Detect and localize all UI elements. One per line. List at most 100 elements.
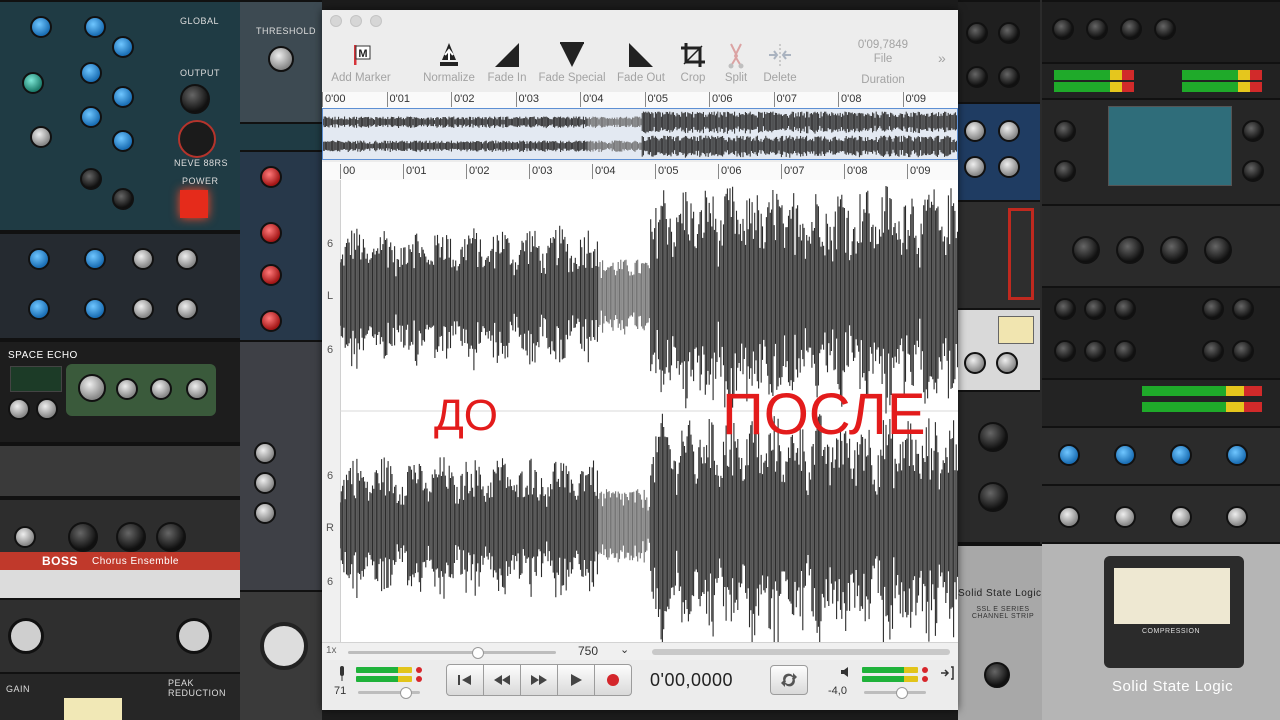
zoom-slider-thumb[interactable] (472, 647, 484, 659)
ruler-tick: 0'08 (844, 164, 867, 179)
rack-knob (998, 22, 1020, 44)
expand-panel-icon[interactable] (940, 666, 954, 680)
duration-display[interactable]: 0'09,7849 File Duration (838, 32, 928, 92)
rack-knob (1084, 298, 1106, 320)
close-window-button[interactable] (330, 15, 342, 27)
level-meter (1054, 70, 1134, 80)
eq-knob (112, 188, 134, 210)
ruler-tick: 0'02 (451, 92, 474, 107)
play-icon (571, 674, 582, 686)
crop-button[interactable]: Crop (672, 32, 714, 92)
rack-knob (254, 502, 276, 524)
zoom-dropdown-chevron-icon[interactable]: ⌄ (620, 643, 629, 656)
rack-knob (1202, 340, 1224, 362)
eq-knob (80, 106, 102, 128)
fade-special-button[interactable]: Fade Special (534, 32, 610, 92)
scale-mark: 6 (326, 238, 334, 250)
fade-in-button[interactable]: Fade In (482, 32, 532, 92)
play-button[interactable] (557, 664, 595, 696)
rack-panel (1042, 0, 1280, 64)
input-clip-led (416, 676, 422, 682)
microphone-icon (340, 666, 344, 681)
normalize-button[interactable]: Normalize (418, 32, 480, 92)
zoom-value[interactable]: 750 (578, 644, 598, 658)
eq-module (240, 150, 322, 344)
delete-button[interactable]: Delete (758, 32, 802, 92)
level-meter (1182, 82, 1262, 92)
delete-label: Delete (763, 72, 797, 84)
timeline-ruler[interactable]: 00 0'01 0'02 0'03 0'04 0'05 0'06 0'07 0'08 0'09 (322, 162, 958, 181)
api-eq-rack (1042, 426, 1280, 486)
fade-special-label: Fade Special (538, 72, 606, 84)
red-knob (260, 264, 282, 286)
transport-bar: 71 0'00,0000 -4,0 (322, 660, 958, 710)
add-marker-button[interactable]: M Add Marker (326, 32, 396, 92)
input-gain-thumb[interactable] (400, 687, 412, 699)
rack-knob (1114, 444, 1136, 466)
toolbar-overflow-button[interactable]: » (938, 50, 946, 66)
strip-knob (28, 298, 50, 320)
toolbar: M Add Marker Normalize Fade In Fade Spec… (322, 32, 958, 92)
after-label: ПОСЛЕ (722, 382, 926, 447)
minimize-window-button[interactable] (350, 15, 362, 27)
rewind-button[interactable] (483, 664, 521, 696)
zoom-window-button[interactable] (370, 15, 382, 27)
overview-ruler: 0'00 0'01 0'02 0'03 0'04 0'05 0'06 0'07 0'08 0'09 (322, 92, 958, 109)
timecode-display: 0'00,0000 (650, 670, 734, 690)
output-volume-slider[interactable] (864, 687, 926, 699)
eq-knob (30, 16, 52, 38)
rack-knob (1052, 18, 1074, 40)
ssl-big-label: Solid State Logic (1112, 678, 1234, 695)
ssl-compressor-module: COMPRESSION Solid State Logic (1042, 542, 1280, 720)
input-gain-slider[interactable] (358, 687, 420, 699)
output-label: OUTPUT (180, 68, 220, 78)
output-meter-right (862, 676, 918, 682)
level-meter (1182, 70, 1262, 80)
rack-knob (1054, 340, 1076, 362)
record-button[interactable] (594, 664, 632, 696)
rack-knob (1054, 298, 1076, 320)
rack-knob (1072, 236, 1100, 264)
fast-forward-icon (531, 675, 547, 685)
zoom-scroll-bar: 1x 750 ⌄ (322, 642, 958, 661)
output-meter-left (862, 667, 918, 673)
ruler-tick: 0'01 (403, 164, 426, 179)
compressor-rack (1042, 204, 1280, 288)
eq-display-module (1042, 98, 1280, 206)
eq-module (958, 102, 1040, 202)
meter-rack (1042, 62, 1280, 100)
horizontal-scrollbar[interactable] (652, 649, 950, 655)
rack-panel (958, 390, 1040, 544)
loop-button[interactable] (770, 665, 808, 695)
overview-waveform[interactable] (322, 108, 958, 160)
split-button[interactable]: Split (716, 32, 756, 92)
global-label: GLOBAL (180, 16, 220, 26)
rack-knob (978, 482, 1008, 512)
rack-knob (1116, 236, 1144, 264)
compressor-module: THRESHOLD (240, 0, 322, 124)
rack-panel (958, 200, 1040, 310)
waveform-view[interactable]: 6 L 6 6 R 6 ДО ПОСЛЕ (322, 180, 958, 642)
go-to-start-button[interactable] (446, 664, 484, 696)
input-level-value: 71 (334, 685, 347, 697)
output-volume-thumb[interactable] (896, 687, 908, 699)
meter-module (958, 308, 1040, 392)
red-knob (260, 310, 282, 332)
ruler-tick: 0'02 (466, 164, 489, 179)
rack-knob (964, 156, 986, 178)
normalize-icon (440, 43, 458, 66)
rack-knob (1232, 298, 1254, 320)
loop-icon (781, 673, 797, 687)
fast-forward-button[interactable] (520, 664, 558, 696)
rack-knob (1054, 120, 1076, 142)
rack-panel (0, 444, 240, 498)
ssl-label: Solid State Logic (958, 588, 1042, 599)
output-knob (180, 84, 210, 114)
gain-label: GAIN (6, 684, 31, 694)
zoom-slider[interactable] (348, 647, 556, 659)
add-marker-label: Add Marker (331, 72, 391, 84)
vu-meter-icon (64, 698, 122, 720)
fade-out-button[interactable]: Fade Out (614, 32, 668, 92)
eq-knob (22, 72, 44, 94)
strip-knob (132, 248, 154, 270)
